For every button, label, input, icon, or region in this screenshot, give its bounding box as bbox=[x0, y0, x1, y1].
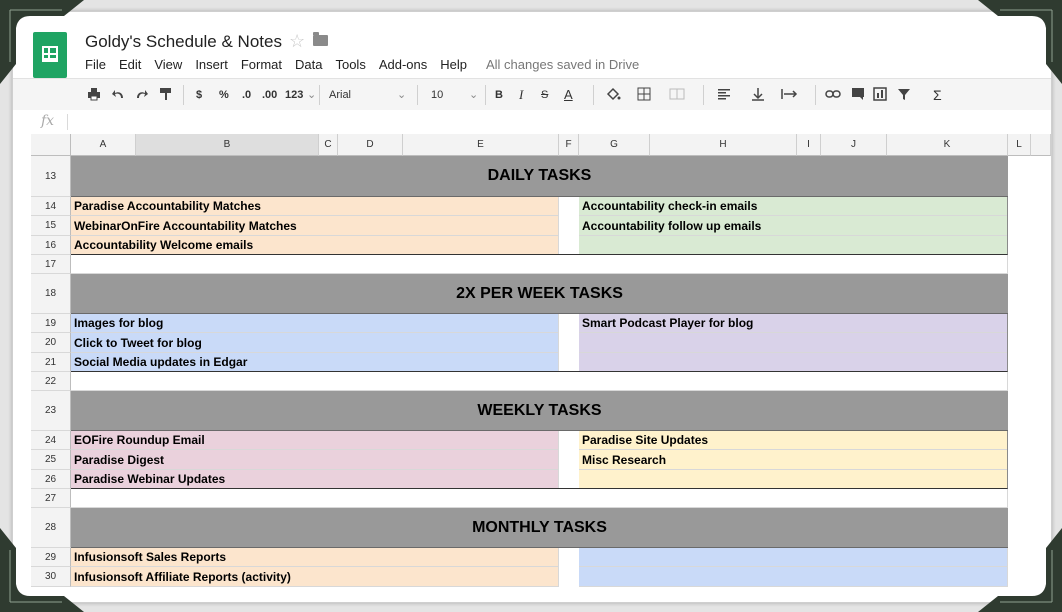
merge-cells-icon[interactable] bbox=[669, 87, 685, 103]
paint-format-icon[interactable] bbox=[159, 87, 173, 103]
filter-icon[interactable] bbox=[897, 87, 911, 103]
menu-insert[interactable]: Insert bbox=[195, 57, 228, 75]
photo-corner-bottom-right-icon bbox=[978, 528, 1062, 612]
row-header-15[interactable]: 15 bbox=[31, 216, 71, 236]
save-status[interactable]: All changes saved in Drive bbox=[486, 57, 639, 75]
app-window: Goldy's Schedule & Notes ☆ File Edit Vie… bbox=[12, 11, 1052, 603]
bold-button[interactable]: B bbox=[495, 87, 503, 103]
photo-corner-top-left-icon bbox=[0, 0, 84, 84]
spreadsheet-grid: A B C D E F G H I J K L 13 14 15 16 17 1… bbox=[13, 134, 1051, 602]
column-header-b[interactable]: B bbox=[136, 134, 319, 156]
document-title[interactable]: Goldy's Schedule & Notes bbox=[85, 32, 282, 52]
font-family-dropdown[interactable]: Arial bbox=[329, 87, 405, 103]
column-header-g[interactable]: G bbox=[579, 134, 650, 156]
fill-color-icon[interactable] bbox=[605, 87, 621, 103]
percent-format-button[interactable]: % bbox=[219, 87, 229, 103]
column-header-f[interactable]: F bbox=[559, 134, 579, 156]
photo-corner-bottom-left-icon bbox=[0, 528, 84, 612]
task-cell[interactable]: Infusionsoft Sales Reports bbox=[71, 548, 559, 567]
menu-format[interactable]: Format bbox=[241, 57, 282, 75]
column-header-h[interactable]: H bbox=[650, 134, 797, 156]
strikethrough-button[interactable]: S bbox=[541, 87, 548, 103]
font-size-arrow-icon[interactable]: ⌄ bbox=[469, 87, 478, 103]
undo-icon[interactable] bbox=[111, 87, 125, 103]
toolbar: $ % .0 .00 123 ⌄ Arial ⌄ 10 ⌄ B I S A Σ bbox=[13, 78, 1051, 112]
menu-data[interactable]: Data bbox=[295, 57, 322, 75]
menu-tools[interactable]: Tools bbox=[335, 57, 365, 75]
borders-icon[interactable] bbox=[637, 87, 651, 103]
section-monthly-tasks[interactable]: MONTHLY TASKS bbox=[71, 508, 1008, 548]
column-header-d[interactable]: D bbox=[338, 134, 403, 156]
vertical-align-icon[interactable] bbox=[751, 87, 765, 103]
font-dropdown-arrow-icon[interactable]: ⌄ bbox=[397, 87, 406, 103]
insert-link-icon[interactable] bbox=[825, 87, 841, 103]
text-wrapping-icon[interactable] bbox=[781, 87, 799, 103]
column-header-l[interactable]: L bbox=[1008, 134, 1031, 156]
select-all-corner[interactable] bbox=[31, 134, 71, 156]
row-header-22[interactable]: 22 bbox=[31, 372, 71, 391]
column-header-e[interactable]: E bbox=[403, 134, 559, 156]
empty-row[interactable] bbox=[71, 372, 1008, 391]
increase-decimal-button[interactable]: .00 bbox=[262, 87, 277, 103]
insert-chart-icon[interactable] bbox=[873, 87, 887, 103]
column-header-j[interactable]: J bbox=[821, 134, 887, 156]
column-header-k[interactable]: K bbox=[887, 134, 1008, 156]
formula-bar: fx bbox=[13, 110, 1051, 135]
row-header-16[interactable]: 16 bbox=[31, 236, 71, 255]
section-daily-tasks[interactable]: DAILY TASKS bbox=[71, 156, 1008, 197]
row-header-27[interactable]: 27 bbox=[31, 489, 71, 508]
insert-comment-icon[interactable] bbox=[851, 87, 865, 103]
row-header-26[interactable]: 26 bbox=[31, 470, 71, 489]
task-cell[interactable] bbox=[579, 548, 1008, 567]
empty-row[interactable] bbox=[71, 489, 1008, 508]
task-cell[interactable]: Infusionsoft Affiliate Reports (activity… bbox=[71, 567, 559, 587]
currency-format-button[interactable]: $ bbox=[196, 87, 202, 103]
section-2x-per-week-tasks[interactable]: 2X PER WEEK TASKS bbox=[71, 274, 1008, 314]
number-format-dropdown[interactable]: 123 bbox=[285, 87, 303, 103]
decrease-decimal-button[interactable]: .0 bbox=[242, 87, 251, 103]
task-cell[interactable] bbox=[579, 567, 1008, 587]
number-format-arrow-icon[interactable]: ⌄ bbox=[307, 87, 316, 103]
column-header-i[interactable]: I bbox=[797, 134, 821, 156]
functions-button[interactable]: Σ bbox=[933, 87, 942, 103]
font-size-dropdown[interactable]: 10 bbox=[431, 87, 471, 103]
menu-bar: File Edit View Insert Format Data Tools … bbox=[85, 57, 652, 75]
align-left-icon[interactable] bbox=[717, 87, 731, 103]
print-icon[interactable] bbox=[87, 87, 101, 103]
redo-icon[interactable] bbox=[135, 87, 149, 103]
row-header-13[interactable]: 13 bbox=[31, 156, 71, 197]
empty-row[interactable] bbox=[71, 255, 1008, 274]
menu-addons[interactable]: Add-ons bbox=[379, 57, 427, 75]
row-header-18[interactable]: 18 bbox=[31, 274, 71, 314]
photo-corner-top-right-icon bbox=[978, 0, 1062, 84]
star-icon[interactable]: ☆ bbox=[289, 31, 305, 52]
column-header-c[interactable]: C bbox=[319, 134, 338, 156]
row-header-19[interactable]: 19 bbox=[31, 314, 71, 333]
row-header-21[interactable]: 21 bbox=[31, 353, 71, 372]
menu-edit[interactable]: Edit bbox=[119, 57, 141, 75]
folder-icon[interactable] bbox=[313, 32, 328, 46]
row-header-23[interactable]: 23 bbox=[31, 391, 71, 431]
italic-button[interactable]: I bbox=[519, 87, 523, 103]
row-header-24[interactable]: 24 bbox=[31, 431, 71, 450]
text-color-button[interactable]: A bbox=[564, 87, 573, 103]
fx-icon: fx bbox=[41, 113, 55, 129]
row-header-25[interactable]: 25 bbox=[31, 450, 71, 470]
menu-file[interactable]: File bbox=[85, 57, 106, 75]
menu-help[interactable]: Help bbox=[440, 57, 467, 75]
menu-view[interactable]: View bbox=[154, 57, 182, 75]
row-header-20[interactable]: 20 bbox=[31, 333, 71, 353]
row-header-14[interactable]: 14 bbox=[31, 197, 71, 216]
section-weekly-tasks[interactable]: WEEKLY TASKS bbox=[71, 391, 1008, 431]
row-header-17[interactable]: 17 bbox=[31, 255, 71, 274]
column-header-a[interactable]: A bbox=[71, 134, 136, 156]
